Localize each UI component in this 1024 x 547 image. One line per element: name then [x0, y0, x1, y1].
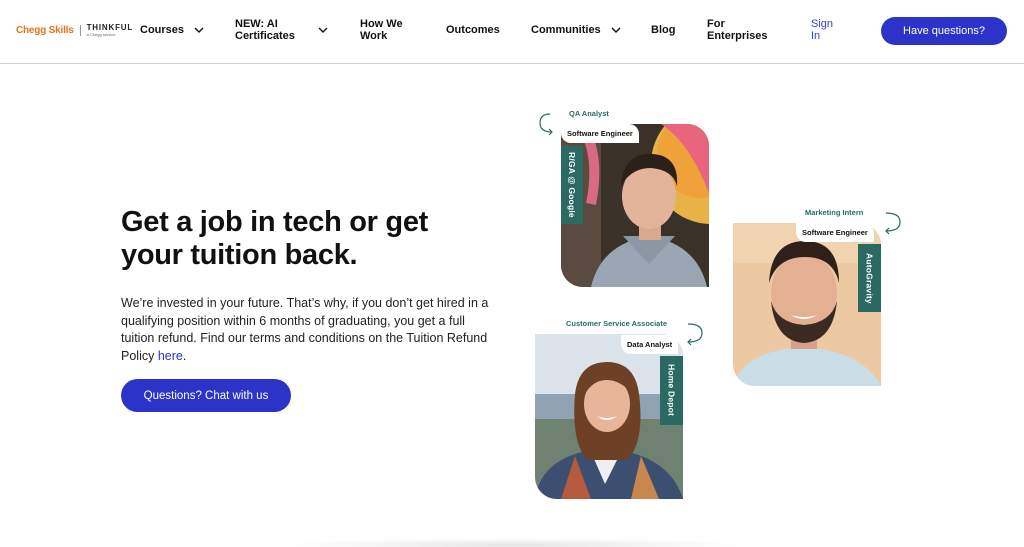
nav-communities[interactable]: Communities	[531, 24, 622, 36]
sign-in-label-2: In	[811, 30, 821, 42]
hero-description: We’re invested in your future. That’s wh…	[121, 295, 493, 365]
previous-role-3: Customer Service Associate	[566, 319, 668, 328]
nav-ai-certificates-label-2: Certificates	[235, 30, 295, 42]
chevron-down-icon	[318, 27, 328, 33]
nav-how-we-work[interactable]: How We Work	[360, 18, 403, 42]
nav-outcomes[interactable]: Outcomes	[446, 24, 500, 36]
sign-in-label-1: Sign	[811, 18, 834, 30]
new-role-2: Software Engineer	[796, 223, 874, 242]
graduate-photo-1	[561, 124, 709, 287]
tuition-refund-policy-link[interactable]: here	[158, 349, 183, 363]
thinkful-wordmark: THINKFUL	[86, 23, 134, 32]
previous-role-2: Marketing Intern	[805, 208, 864, 217]
nav-enterprises-label-1: For	[707, 18, 725, 30]
brand-logo[interactable]: Chegg Skills THINKFUL a Chegg service	[16, 24, 133, 37]
nav-courses[interactable]: Courses	[140, 24, 205, 36]
thinkful-tagline: a Chegg service	[86, 32, 116, 37]
career-arrow-icon	[885, 212, 901, 235]
nav-courses-label: Courses	[140, 24, 185, 36]
nav-blog[interactable]: Blog	[651, 24, 675, 36]
career-arrow-icon	[687, 323, 703, 346]
chevron-down-icon	[611, 27, 621, 33]
nav-blog-label: Blog	[651, 24, 676, 36]
hero-title: Get a job in tech or get your tuition ba…	[121, 206, 428, 271]
logo-divider	[79, 25, 81, 36]
nav-for-enterprises[interactable]: For Enterprises	[707, 18, 768, 42]
company-tag-1: R/GA @ Google	[561, 146, 583, 224]
site-header: Chegg Skills THINKFUL a Chegg service Co…	[0, 0, 1024, 64]
chevron-down-icon	[194, 27, 204, 33]
nav-enterprises-label-2: Enterprises	[707, 30, 768, 42]
nav-how-we-work-label-2: Work	[360, 30, 388, 42]
nav-how-we-work-label-1: How We	[360, 18, 403, 30]
previous-role-1: QA Analyst	[569, 109, 609, 118]
nav-communities-label: Communities	[531, 24, 601, 36]
new-role-1: Software Engineer	[561, 124, 639, 143]
nav-ai-certificates-label-1: NEW: AI	[235, 18, 278, 30]
chegg-skills-logo: Chegg Skills	[16, 25, 74, 36]
nav-outcomes-label: Outcomes	[446, 24, 500, 36]
nav-ai-certificates[interactable]: NEW: AI Certificates	[235, 18, 329, 42]
career-arrow-icon	[539, 113, 553, 136]
new-role-3: Data Analyst	[621, 335, 679, 354]
have-questions-button[interactable]: Have questions?	[881, 17, 1007, 45]
chat-with-us-button[interactable]: Questions? Chat with us	[121, 379, 291, 412]
company-tag-3: Home Depot	[660, 356, 683, 425]
thinkful-logo: THINKFUL a Chegg service	[87, 24, 133, 37]
sign-in-link[interactable]: Sign In	[811, 18, 833, 42]
company-tag-2: AutoGravity	[858, 244, 881, 312]
hero-body-end: .	[182, 348, 187, 363]
section-shadow	[280, 538, 750, 547]
